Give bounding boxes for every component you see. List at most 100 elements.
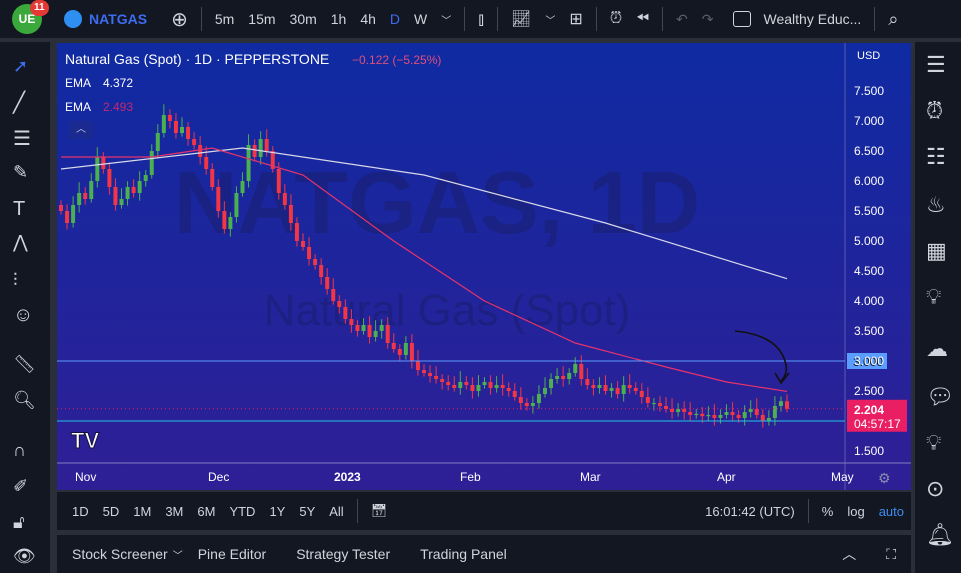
collapse-legend-button[interactable]: ︿ [69, 121, 93, 139]
candle-body [567, 373, 572, 379]
interval-w[interactable]: W [407, 11, 434, 27]
watchlist-icon[interactable]: ☰ [926, 52, 952, 78]
range-all[interactable]: All [322, 504, 350, 519]
candle-body [403, 343, 408, 355]
range-5d[interactable]: 5D [96, 504, 127, 519]
search-icon[interactable]: ⌕ [881, 9, 905, 30]
clock-time[interactable]: 16:01:42 (UTC) [698, 504, 802, 519]
interval-5m[interactable]: 5m [208, 11, 241, 27]
chevron-down-icon[interactable]: ﹀ [434, 12, 458, 27]
play-icon[interactable]: ⊙ [926, 476, 952, 502]
layout-icon[interactable]: ⊞ [562, 9, 589, 29]
price-tick-label: 1.500 [854, 444, 884, 458]
chat-icon[interactable]: 💬︎ [926, 384, 954, 410]
chevron-up-icon[interactable]: ︿ [827, 544, 871, 564]
fib-icon[interactable]: ☰ [13, 126, 37, 150]
candle-body [706, 415, 711, 417]
hotlist-fire-icon[interactable]: ♨ [926, 192, 952, 218]
percent-toggle[interactable]: % [815, 504, 841, 519]
stay-drawing-icon[interactable]: ✐ [13, 476, 37, 500]
replay-icon[interactable]: ⏪︎ [629, 10, 656, 28]
pattern-icon[interactable]: ⋀ [13, 232, 37, 256]
candle-body [633, 388, 638, 391]
layout-checkbox[interactable] [732, 11, 751, 27]
currency-label[interactable]: USD [857, 50, 880, 62]
candle-body [379, 325, 384, 331]
interval-d[interactable]: D [383, 11, 407, 27]
price-tick-label: 6.500 [854, 144, 884, 158]
candle-body [524, 403, 529, 406]
candles-icon[interactable]: ⫾ [471, 9, 491, 30]
candle-body [785, 401, 789, 409]
interval-30m[interactable]: 30m [283, 11, 324, 27]
chevron-down-icon[interactable]: ﹀ [173, 547, 183, 562]
zoom-icon[interactable]: 🔍︎ [13, 390, 37, 414]
trendline-icon[interactable]: ╱ [13, 90, 37, 114]
calendar-icon[interactable]: ▦ [926, 238, 952, 264]
time-tick-label: Mar [580, 470, 601, 484]
chart-pane[interactable]: NATGAS, 1D Natural Gas (Spot) 3.0002.000… [57, 43, 911, 490]
candle-body [282, 193, 287, 205]
range-6m[interactable]: 6M [190, 504, 222, 519]
price-chart[interactable]: NATGAS, 1D Natural Gas (Spot) 3.0002.000… [57, 43, 911, 490]
prediction-icon[interactable]: ⫶ [13, 270, 37, 294]
streams-cloud-icon[interactable]: ☁ [926, 336, 952, 362]
magnet-icon[interactable]: ∩ [13, 440, 37, 464]
auto-toggle[interactable]: auto [872, 504, 911, 519]
tradingview-logo[interactable]: TV [71, 428, 100, 454]
candle-body [264, 139, 269, 151]
range-1m[interactable]: 1M [126, 504, 158, 519]
interval-15m[interactable]: 15m [241, 11, 282, 27]
range-1y[interactable]: 1Y [262, 504, 292, 519]
range-ytd[interactable]: YTD [222, 504, 262, 519]
lock-icon[interactable]: 🔓︎ [13, 512, 37, 536]
app-logo[interactable]: UE 11 [12, 0, 49, 34]
ruler-icon[interactable]: 📏︎ [13, 354, 37, 378]
tab-stock-screener[interactable]: Stock Screener [57, 546, 183, 562]
ema2-value: 2.493 [103, 100, 134, 114]
ideas-bulb-icon[interactable]: 💡︎ [926, 284, 952, 310]
alarm-clock-icon[interactable]: ⏰︎ [926, 98, 952, 124]
indicators-icon[interactable]: 📈︎ [504, 9, 538, 29]
candle-body [651, 403, 656, 404]
candle-body [512, 391, 517, 397]
tab-pine-editor[interactable]: Pine Editor [183, 546, 281, 562]
cursor-icon[interactable]: ➚ [13, 56, 37, 80]
settings-gear-icon[interactable]: ⚙ [878, 470, 891, 486]
eye-icon[interactable]: 👁︎ [13, 546, 37, 570]
tab-strategy-tester[interactable]: Strategy Tester [281, 546, 405, 562]
candle-body [579, 364, 584, 379]
redo-icon[interactable]: ↷ [695, 11, 721, 28]
range-5y[interactable]: 5Y [292, 504, 322, 519]
symbol-search[interactable]: NATGAS [82, 11, 154, 27]
maximize-icon[interactable]: ⛶ [871, 546, 911, 563]
goto-date-icon[interactable]: 📅︎ [364, 503, 395, 519]
range-1d[interactable]: 1D [65, 504, 96, 519]
candle-body [301, 241, 305, 247]
text-icon[interactable]: T [13, 198, 37, 222]
candle-body [222, 211, 227, 229]
broadcast-bulb-icon[interactable]: 💡︎ [926, 430, 952, 456]
candle-body [192, 139, 197, 145]
notifications-bell-icon[interactable]: 🔔︎ [926, 522, 954, 548]
tab-trading-panel[interactable]: Trading Panel [405, 546, 522, 562]
chevron-down-icon[interactable]: ﹀ [538, 12, 562, 27]
range-3m[interactable]: 3M [158, 504, 190, 519]
brush-icon[interactable]: ✎ [13, 162, 37, 186]
candle-body [288, 205, 293, 223]
candle-body [319, 265, 324, 277]
ema1-value: 4.372 [103, 76, 134, 90]
alert-icon[interactable]: ⏰︎ [603, 10, 629, 28]
candle-body [712, 415, 717, 418]
undo-icon[interactable]: ↶ [669, 11, 695, 28]
add-compare-icon[interactable]: ⊕ [164, 7, 195, 32]
workspace-name[interactable]: Wealthy Educ... [757, 11, 869, 27]
interval-1h[interactable]: 1h [324, 11, 354, 27]
candle-body [186, 127, 191, 139]
emoji-icon[interactable]: ☺ [13, 304, 37, 328]
annotation-arrow[interactable] [734, 330, 788, 382]
log-toggle[interactable]: log [840, 504, 871, 519]
interval-4h[interactable]: 4h [353, 11, 383, 27]
data-window-icon[interactable]: ☷ [926, 144, 952, 170]
price-tick-label: 4.500 [854, 264, 884, 278]
